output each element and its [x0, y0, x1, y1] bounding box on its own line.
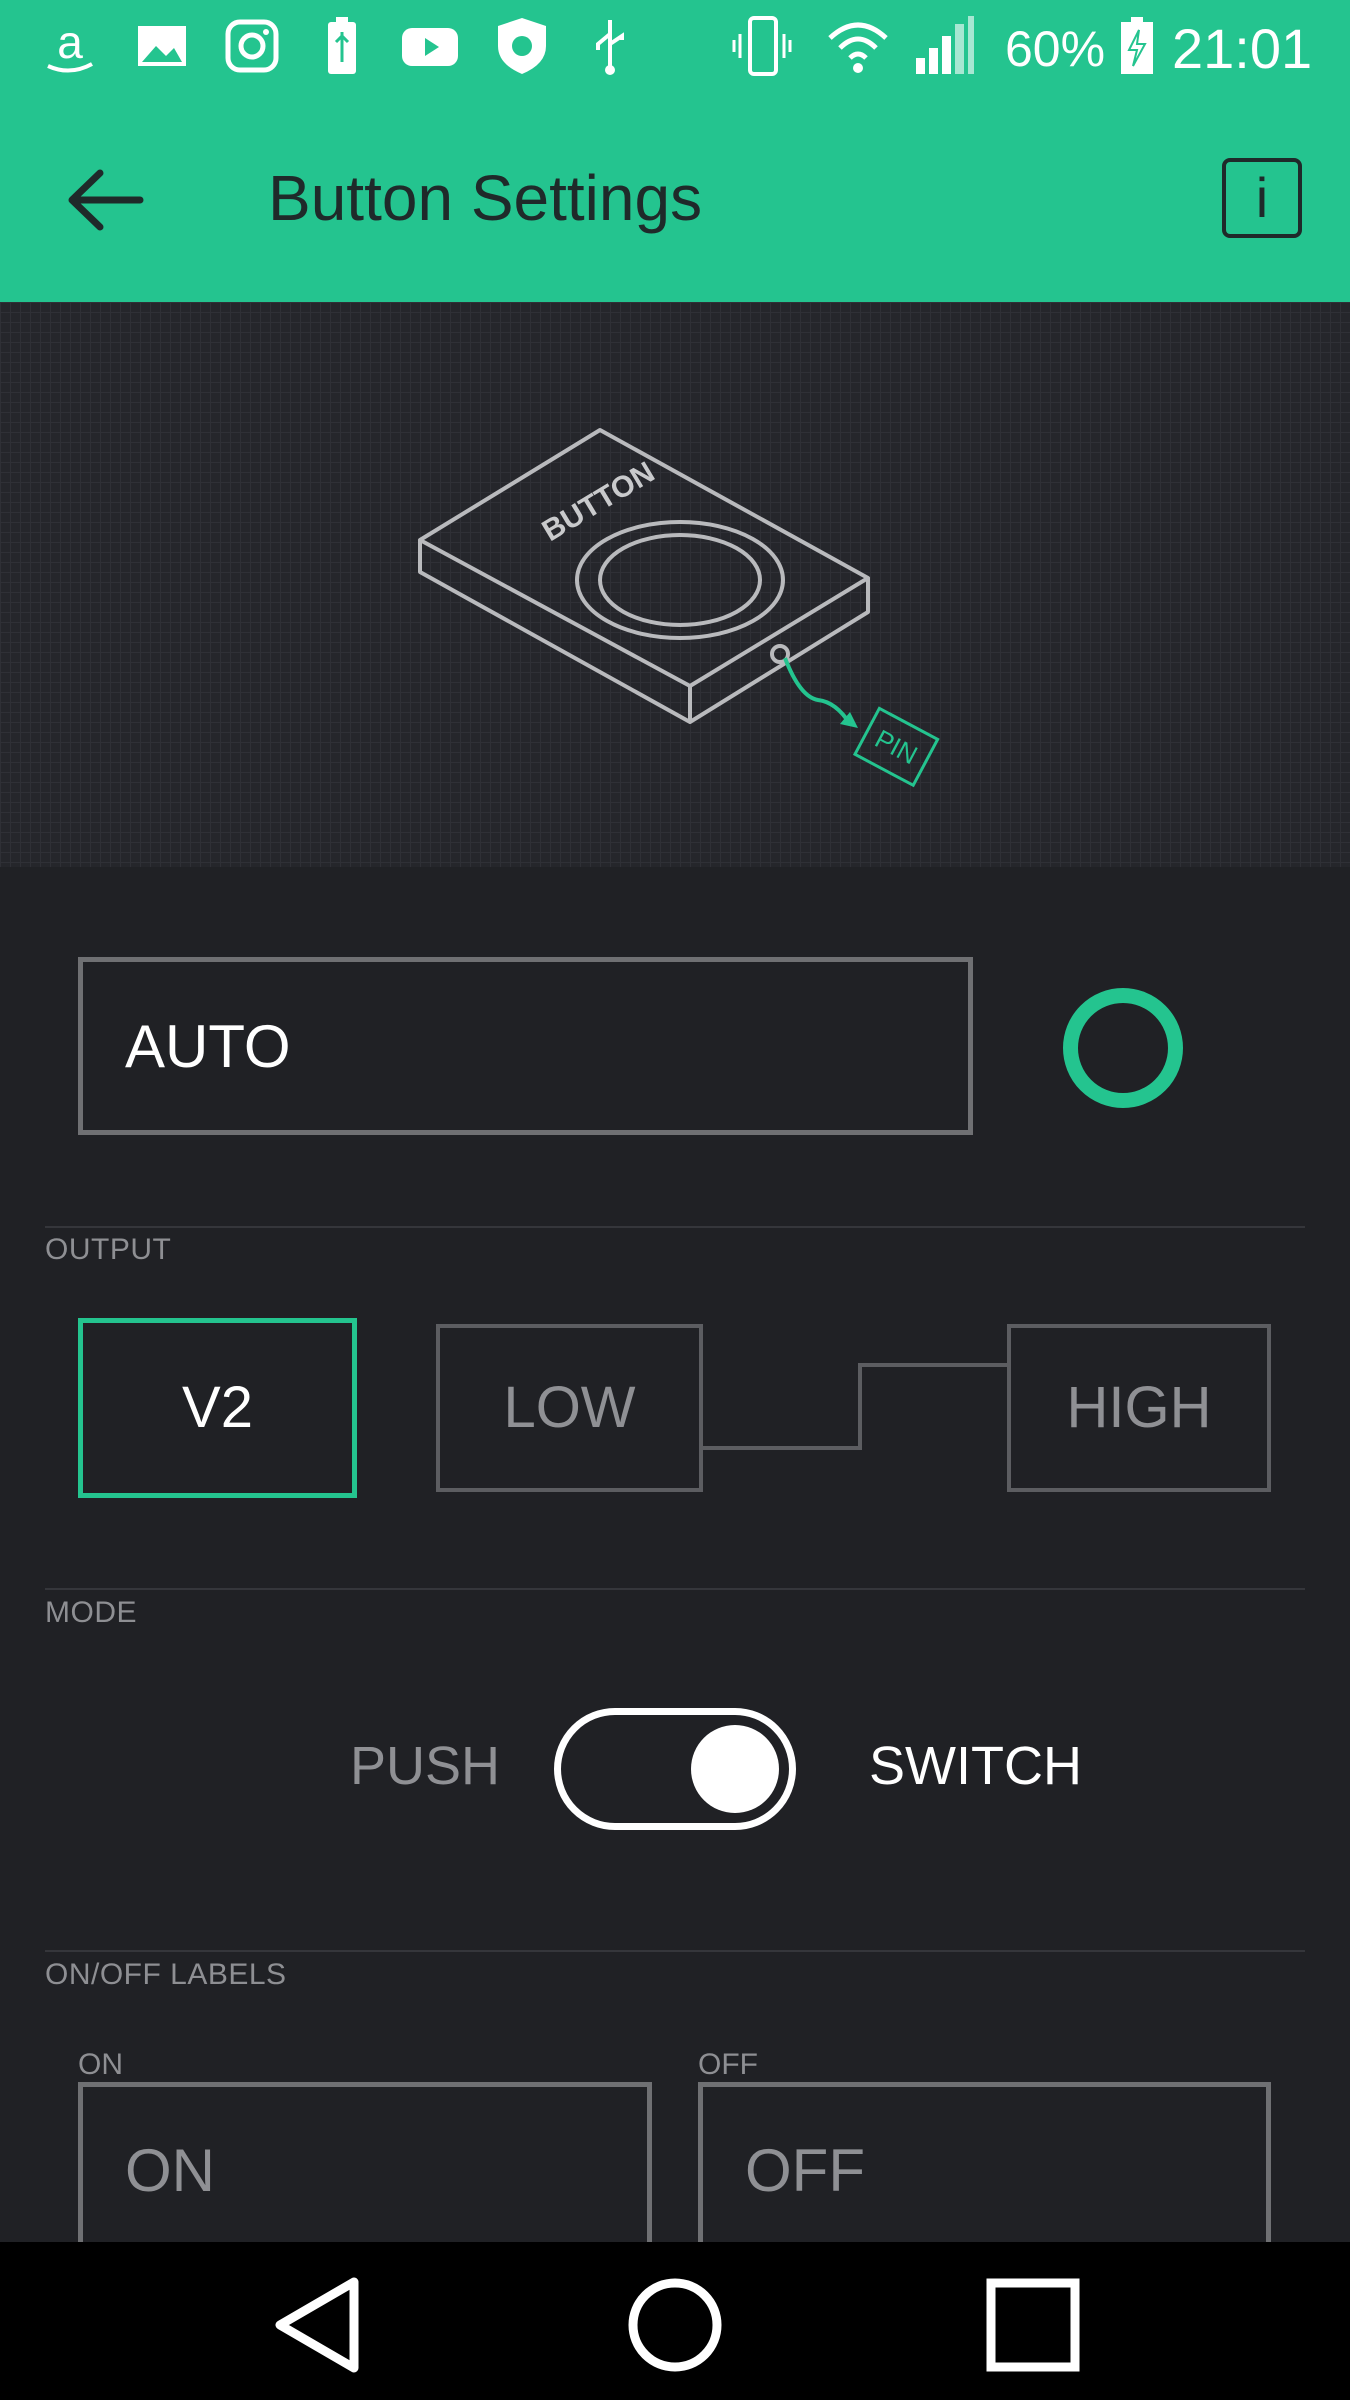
divider: [45, 1588, 1305, 1590]
signal-wave-graphic: [700, 1363, 1010, 1450]
pin-label: PIN: [870, 723, 922, 770]
low-value-field[interactable]: LOW: [436, 1324, 703, 1492]
vibrate-icon: [732, 16, 792, 76]
recents-nav-icon[interactable]: [978, 2270, 1088, 2380]
toggle-knob: [691, 1725, 779, 1813]
pin-select-button[interactable]: V2: [78, 1318, 357, 1498]
battery-charging-icon: [1121, 17, 1153, 74]
wifi-icon: [828, 22, 888, 73]
device-label: BUTTON: [537, 456, 661, 548]
off-label-caption: OFF: [698, 2048, 758, 2081]
amazon-icon: a: [47, 16, 93, 73]
app-bar: Button Settings i: [0, 100, 1350, 302]
divider: [45, 1226, 1305, 1228]
shield-icon: [498, 18, 546, 74]
navigation-bar: [0, 2242, 1350, 2400]
button-device-illustration: BUTTON PIN: [418, 428, 940, 788]
back-nav-icon[interactable]: [262, 2270, 372, 2380]
status-bar: a 60% 21:01: [0, 0, 1350, 100]
clock: 21:01: [1172, 17, 1313, 80]
color-picker-button[interactable]: [1063, 988, 1183, 1108]
onoff-section-label: ON/OFF LABELS: [45, 1958, 287, 1991]
divider: [45, 1950, 1305, 1952]
gallery-icon: [138, 26, 186, 66]
widget-illustration: BUTTON PIN: [0, 302, 1350, 867]
home-nav-icon[interactable]: [620, 2270, 730, 2380]
info-button[interactable]: i: [1222, 158, 1302, 238]
switch-mode-label: SWITCH: [869, 1736, 1082, 1796]
back-arrow-icon[interactable]: [60, 155, 150, 245]
mode-toggle[interactable]: [554, 1708, 796, 1830]
on-label-caption: ON: [78, 2048, 123, 2081]
output-section-label: OUTPUT: [45, 1233, 172, 1266]
usb-icon: [596, 20, 624, 75]
push-mode-label: PUSH: [350, 1736, 501, 1796]
battery-usb-icon: [328, 17, 356, 74]
battery-percent: 60%: [1005, 21, 1106, 77]
youtube-icon: [402, 28, 458, 66]
page-title: Button Settings: [268, 162, 703, 234]
signal-icon: [916, 16, 974, 74]
widget-name-input[interactable]: [78, 957, 973, 1135]
mode-section-label: MODE: [45, 1596, 137, 1629]
instagram-icon: [225, 19, 279, 73]
svg-text:a: a: [57, 16, 83, 68]
high-value-field[interactable]: HIGH: [1007, 1324, 1271, 1492]
